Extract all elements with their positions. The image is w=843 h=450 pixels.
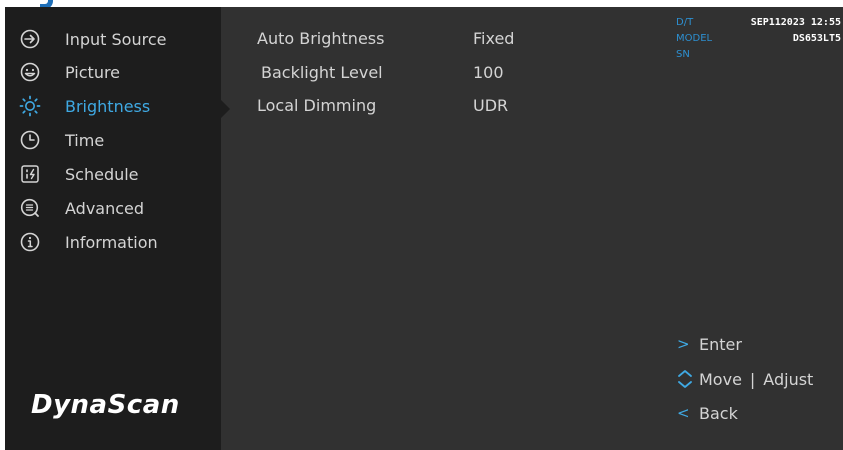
- model-label: MODEL: [676, 33, 713, 44]
- hint-move-label: Move: [699, 369, 742, 389]
- sn-label: SN: [676, 49, 690, 60]
- model-value: DS653LT5: [792, 33, 841, 44]
- info-line-sn: SN: [676, 49, 841, 65]
- clock-icon: [19, 129, 41, 151]
- hint-enter-label: Enter: [699, 334, 742, 354]
- picture-icon: [19, 61, 41, 83]
- menu-item-information[interactable]: Information: [19, 227, 219, 257]
- menu-label-picture: Picture: [65, 62, 121, 82]
- menu-item-advanced[interactable]: Advanced: [19, 193, 219, 223]
- menu-label-time: Time: [65, 130, 105, 150]
- active-item-pointer: [221, 100, 230, 118]
- hint-back-label: Back: [699, 403, 738, 423]
- hint-adjust-label: Adjust: [763, 369, 814, 389]
- info-icon: [19, 231, 41, 253]
- hint-divider: |: [749, 369, 756, 389]
- setting-label: Local Dimming: [257, 96, 377, 115]
- menu-item-picture[interactable]: Picture: [19, 57, 219, 87]
- setting-value: Fixed: [473, 29, 515, 48]
- menu-label-input-source: Input Source: [65, 29, 167, 49]
- up-down-arrows-icon: [677, 369, 699, 389]
- dt-value: SEP112023 12:55: [750, 17, 841, 28]
- menu-label-advanced: Advanced: [65, 198, 145, 218]
- menu-item-schedule[interactable]: Schedule: [19, 159, 219, 189]
- chevron-right-icon: >: [677, 335, 690, 353]
- sidebar-menu: Input Source Picture Brightness Time Sch…: [5, 7, 221, 450]
- menu-item-input-source[interactable]: Input Source: [19, 24, 219, 54]
- setting-row-backlight-level[interactable]: Backlight Level 100: [257, 63, 597, 89]
- menu-item-time[interactable]: Time: [19, 125, 219, 155]
- input-source-icon: [19, 28, 41, 50]
- info-line-dt: D/T SEP112023 12:55: [676, 17, 841, 33]
- hint-enter: > Enter: [677, 332, 742, 356]
- info-line-model: MODEL DS653LT5: [676, 33, 841, 49]
- setting-row-auto-brightness[interactable]: Auto Brightness Fixed: [257, 29, 597, 55]
- menu-label-schedule: Schedule: [65, 164, 139, 184]
- schedule-icon: [19, 163, 41, 185]
- chevron-left-icon: <: [677, 404, 690, 422]
- menu-label-information: Information: [65, 232, 158, 252]
- brightness-icon: [19, 95, 41, 117]
- device-info-panel: D/T SEP112023 12:55 MODEL DS653LT5 SN: [676, 17, 841, 65]
- osd-frame: Input Source Picture Brightness Time Sch…: [0, 0, 843, 450]
- menu-label-brightness: Brightness: [65, 96, 151, 116]
- setting-value: 100: [473, 63, 504, 82]
- setting-value: UDR: [473, 96, 509, 115]
- setting-row-local-dimming[interactable]: Local Dimming UDR: [257, 96, 597, 122]
- dynascan-logo: DynaScan: [31, 390, 180, 420]
- hint-move-adjust: Move | Adjust: [677, 367, 813, 391]
- menu-item-brightness[interactable]: Brightness: [19, 91, 219, 121]
- advanced-icon: [19, 197, 41, 219]
- setting-label: Backlight Level: [261, 63, 383, 82]
- osd-screen: Input Source Picture Brightness Time Sch…: [5, 7, 843, 450]
- setting-label: Auto Brightness: [257, 29, 385, 48]
- hint-back: < Back: [677, 401, 738, 425]
- dt-label: D/T: [676, 17, 694, 28]
